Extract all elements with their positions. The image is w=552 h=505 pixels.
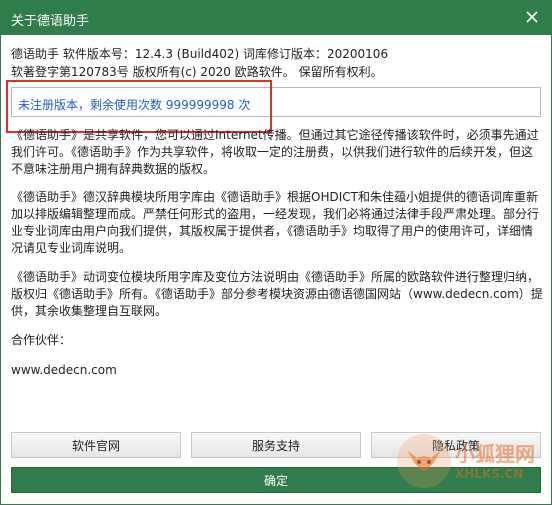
support-button[interactable]: 服务支持 <box>191 432 361 458</box>
registration-status-box: 未注册版本，剩余使用次数 999999998 次 <box>11 87 541 117</box>
about-dialog: 关于德语助手 德语助手 软件版本号：12.4.3 (Build402) 词库修订… <box>0 0 552 505</box>
partner-link[interactable]: www.dedecn.com <box>11 362 543 379</box>
ok-button[interactable]: 确定 <box>11 467 541 493</box>
close-button[interactable] <box>521 6 543 28</box>
conjugation-paragraph: 《德语助手》动词变位模块所用字库及变位方法说明由《德语助手》所属的欧路软件进行整… <box>11 270 543 318</box>
dialog-title: 关于德语助手 <box>11 14 90 29</box>
shareware-paragraph: 《德语助手》是共享软件，您可以通过Internet传播。但通过其它途径传播该软件… <box>11 128 539 176</box>
privacy-button[interactable]: 隐私政策 <box>371 432 541 458</box>
partners-label: 合作伙伴： <box>11 333 72 347</box>
copyright-info: 软著登字第120783号 版权所有(c) 2020 欧路软件。 保留所有权利。 <box>11 65 383 79</box>
version-info: 德语助手 软件版本号：12.4.3 (Build402) 词库修订版本：2020… <box>11 47 389 61</box>
close-icon <box>526 11 538 23</box>
title-bar: 关于德语助手 <box>1 1 551 35</box>
registration-status-text: 未注册版本，剩余使用次数 999999998 次 <box>18 98 251 112</box>
dictionary-paragraph: 《德语助手》德汉辞典模块所用字库由《德语助手》根据OHDICT和朱佳蕴小姐提供的… <box>11 190 540 255</box>
website-button[interactable]: 软件官网 <box>11 432 181 458</box>
